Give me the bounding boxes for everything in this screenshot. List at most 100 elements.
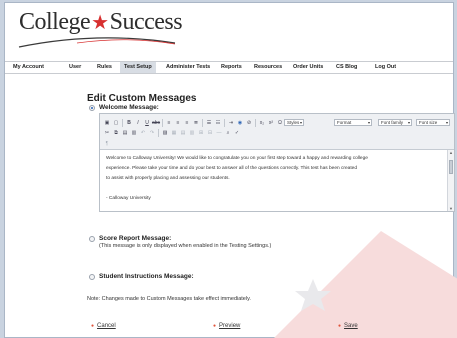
paste-icon[interactable]: ▤ bbox=[121, 129, 129, 137]
app-window: College★Success My Account User Rules Te… bbox=[4, 2, 457, 338]
bold-icon[interactable]: B bbox=[125, 119, 133, 127]
toolbar-divider bbox=[202, 119, 203, 127]
special-char-icon[interactable]: Ω bbox=[276, 119, 284, 127]
spellcheck-icon[interactable]: ✓ bbox=[233, 129, 241, 137]
toolbar-divider bbox=[158, 129, 159, 137]
toolbar-divider bbox=[255, 119, 256, 127]
row-icon[interactable]: ▤ bbox=[179, 129, 187, 137]
find-icon[interactable]: ⌕ bbox=[224, 129, 232, 137]
align-justify-icon[interactable]: ≣ bbox=[192, 119, 200, 127]
bullet-icon: ● bbox=[213, 323, 217, 329]
format-select-value: Format bbox=[337, 120, 352, 125]
background-star-decoration bbox=[274, 231, 457, 338]
main-navigation: My Account User Rules Test Setup Adminis… bbox=[5, 61, 453, 74]
score-report-radio[interactable] bbox=[89, 236, 95, 242]
editor-toolbar: ▣ ▢ B I U abc ≡ ≡ ≡ ≣ ☰ ☷ ⇥ ◉ ⊘ x₂ x² Ω … bbox=[100, 114, 454, 150]
chevron-down-icon: ▾ bbox=[407, 120, 410, 125]
font-size-select-value: Font size bbox=[419, 120, 438, 125]
chevron-down-icon: ▾ bbox=[445, 120, 448, 125]
score-report-note: (This message is only displayed when ena… bbox=[99, 243, 272, 249]
nav-item-my-account[interactable]: My Account bbox=[13, 62, 44, 73]
nav-item-test-setup[interactable]: Test Setup bbox=[120, 62, 156, 73]
nav-item-resources[interactable]: Resources bbox=[254, 62, 282, 73]
horizontal-rule-icon[interactable]: ― bbox=[215, 129, 223, 137]
editor-line: to assist with properly placing and asse… bbox=[106, 176, 230, 181]
nav-item-cs-blog[interactable]: CS Blog bbox=[336, 62, 357, 73]
bullet-list-icon[interactable]: ☰ bbox=[205, 119, 213, 127]
scroll-up-icon[interactable]: ▲ bbox=[448, 150, 454, 155]
editor-line: experience. Please take your time and do… bbox=[106, 166, 357, 171]
align-right-icon[interactable]: ≡ bbox=[183, 119, 191, 127]
rich-text-editor[interactable]: ▣ ▢ B I U abc ≡ ≡ ≡ ≣ ☰ ☷ ⇥ ◉ ⊘ x₂ x² Ω … bbox=[99, 113, 455, 212]
toolbar-row-3: ¶ bbox=[103, 139, 111, 149]
save-button[interactable]: ● Save bbox=[338, 323, 358, 329]
brand-name-part1: College bbox=[19, 9, 91, 35]
merge-cells-icon[interactable]: ⊞ bbox=[197, 129, 205, 137]
toolbar-divider bbox=[162, 119, 163, 127]
unlink-icon[interactable]: ⊘ bbox=[245, 119, 253, 127]
nav-item-log-out[interactable]: Log Out bbox=[375, 62, 396, 73]
editor-line: Welcome to Calloway University! We would… bbox=[106, 156, 368, 161]
styles-select-value: Styles bbox=[287, 120, 300, 125]
footer-note: Note: Changes made to Custom Messages ta… bbox=[87, 296, 251, 302]
toolbar-divider bbox=[122, 119, 123, 127]
styles-select[interactable]: Styles ▾ bbox=[284, 119, 304, 126]
cut-icon[interactable]: ✂ bbox=[103, 129, 111, 137]
subscript-icon[interactable]: x₂ bbox=[258, 119, 266, 127]
preview-button[interactable]: ● Preview bbox=[213, 323, 240, 329]
scroll-down-icon[interactable]: ▼ bbox=[448, 206, 454, 211]
save-icon[interactable]: ▣ bbox=[103, 119, 111, 127]
nav-item-administer-tests[interactable]: Administer Tests bbox=[166, 62, 210, 73]
bullet-icon: ● bbox=[338, 323, 342, 329]
undo-icon[interactable]: ↶ bbox=[139, 129, 147, 137]
pilcrow-icon[interactable]: ¶ bbox=[103, 140, 111, 148]
numbered-list-icon[interactable]: ☷ bbox=[214, 119, 222, 127]
copy-icon[interactable]: ⧉ bbox=[112, 129, 120, 137]
editor-content[interactable]: Welcome to Calloway University! We would… bbox=[106, 154, 436, 204]
paste-text-icon[interactable]: ▥ bbox=[130, 129, 138, 137]
toolbar-row-2: ✂ ⧉ ▤ ▥ ↶ ↷ ▨ ▦ ▤ ▥ ⊞ ⊟ ― ⌕ ✓ bbox=[103, 128, 241, 138]
cancel-button[interactable]: ● Cancel bbox=[91, 323, 116, 329]
image-icon[interactable]: ▨ bbox=[161, 129, 169, 137]
welcome-message-label: Welcome Message: bbox=[99, 104, 159, 111]
editor-scrollbar[interactable]: ▲ ▼ bbox=[447, 150, 454, 211]
toolbar-row-1: ▣ ▢ B I U abc ≡ ≡ ≡ ≣ ☰ ☷ ⇥ ◉ ⊘ x₂ x² Ω bbox=[103, 118, 284, 128]
table-icon[interactable]: ▦ bbox=[170, 129, 178, 137]
score-report-label: Score Report Message: bbox=[99, 235, 172, 242]
bullet-icon: ● bbox=[91, 323, 95, 329]
font-family-select[interactable]: Font family ▾ bbox=[378, 119, 412, 126]
student-instructions-radio[interactable] bbox=[89, 274, 95, 280]
indent-icon[interactable]: ⇥ bbox=[227, 119, 235, 127]
link-icon[interactable]: ◉ bbox=[236, 119, 244, 127]
new-document-icon[interactable]: ▢ bbox=[112, 119, 120, 127]
font-size-select[interactable]: Font size ▾ bbox=[416, 119, 450, 126]
brand-star-icon: ★ bbox=[91, 12, 109, 34]
scrollbar-thumb[interactable] bbox=[449, 160, 453, 174]
chevron-down-icon: ▾ bbox=[299, 120, 302, 125]
superscript-icon[interactable]: x² bbox=[267, 119, 275, 127]
strikethrough-icon[interactable]: abc bbox=[152, 119, 160, 127]
chevron-down-icon: ▾ bbox=[367, 120, 370, 125]
column-icon[interactable]: ▥ bbox=[188, 129, 196, 137]
split-cells-icon[interactable]: ⊟ bbox=[206, 129, 214, 137]
underline-icon[interactable]: U bbox=[143, 119, 151, 127]
preview-button-label: Preview bbox=[219, 323, 241, 329]
nav-item-order-units[interactable]: Order Units bbox=[293, 62, 323, 73]
format-select[interactable]: Format ▾ bbox=[334, 119, 372, 126]
brand-logo[interactable]: College★Success bbox=[19, 9, 183, 36]
align-center-icon[interactable]: ≡ bbox=[174, 119, 182, 127]
nav-item-reports[interactable]: Reports bbox=[221, 62, 242, 73]
student-instructions-label: Student Instructions Message: bbox=[99, 273, 194, 280]
page-title: Edit Custom Messages bbox=[87, 93, 197, 104]
font-family-select-value: Font family bbox=[381, 120, 404, 125]
cancel-button-label: Cancel bbox=[97, 323, 116, 329]
nav-item-rules[interactable]: Rules bbox=[97, 62, 112, 73]
italic-icon[interactable]: I bbox=[134, 119, 142, 127]
nav-item-user[interactable]: User bbox=[69, 62, 81, 73]
editor-signature: - Calloway University bbox=[106, 196, 151, 201]
welcome-message-radio[interactable] bbox=[89, 105, 95, 111]
redo-icon[interactable]: ↷ bbox=[148, 129, 156, 137]
logo-swoosh bbox=[18, 37, 176, 48]
align-left-icon[interactable]: ≡ bbox=[165, 119, 173, 127]
editor-line bbox=[106, 184, 436, 194]
